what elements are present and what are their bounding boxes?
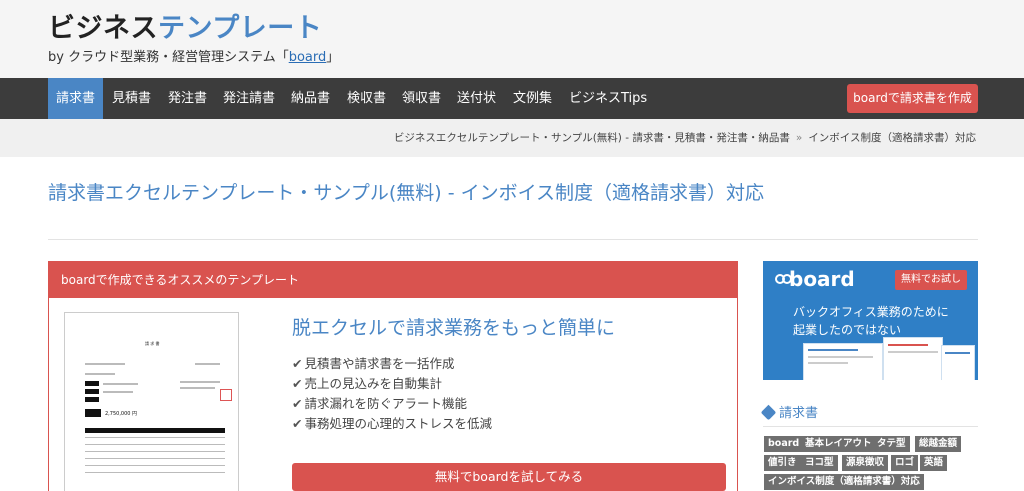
doc-line [103, 391, 133, 393]
check-icon: ✔ [292, 416, 303, 431]
doc-stamp [220, 389, 232, 401]
tag-vertical[interactable]: タテ型 [873, 436, 910, 452]
board-logo-text: board [789, 267, 855, 291]
breadcrumb-parent-link[interactable]: ビジネスエクセルテンプレート・サンプル(無料) - 請求書・見積書・発注書・納品… [394, 132, 790, 144]
board-link[interactable]: board [289, 50, 327, 65]
create-invoice-button[interactable]: boardで請求書を作成 [847, 84, 978, 113]
feature-list: ✔ 見積書や請求書を一括作成 ✔ 売上の見込みを自動集計 ✔ 請求漏れを防ぐアラート機… [292, 354, 492, 434]
site-logo[interactable]: ビジネステンプレート [48, 6, 322, 45]
doc-label-block [85, 389, 99, 394]
ad-screen-bar [808, 362, 848, 364]
ad-screen-bar [808, 356, 873, 358]
ad-copy-line: バックオフィス業務のために [793, 305, 949, 319]
tag-board[interactable]: board [764, 436, 804, 452]
tag-total-amount[interactable]: 総越金額 [915, 436, 962, 452]
invoice-thumbnail[interactable]: 請 求 書 2,750,000 円 [64, 312, 239, 491]
ad-copy: バックオフィス業務のために 起業したのではない [793, 303, 949, 339]
free-trial-badge[interactable]: 無料でお試し [895, 270, 967, 290]
doc-line [85, 373, 115, 375]
tag-icon [760, 404, 777, 421]
doc-line [103, 383, 138, 385]
board-logo: board [775, 267, 855, 291]
tag-english[interactable]: 英語 [920, 455, 948, 471]
doc-line [180, 387, 215, 389]
nav-item-business-tips[interactable]: ビジネスTips [561, 78, 655, 119]
nav-item-invoice[interactable]: 請求書 [48, 78, 104, 119]
nav-item-inspection[interactable]: 検収書 [339, 78, 394, 119]
recommend-header: boardで作成できるオススメのテンプレート [49, 262, 737, 298]
ad-screenshot [883, 337, 943, 380]
doc-title: 請 求 書 [145, 341, 160, 346]
feature-item: ✔ 請求漏れを防ぐアラート機能 [292, 394, 492, 414]
ad-screen-bar [888, 351, 938, 353]
doc-amount-label [85, 409, 101, 417]
nav-item-order-confirmation[interactable]: 発注請書 [215, 78, 283, 119]
doc-label-block [85, 397, 99, 402]
tag-logo[interactable]: ロゴ [891, 455, 919, 471]
ad-screen-bar [945, 352, 970, 354]
doc-amount: 2,750,000 円 [105, 411, 138, 417]
tag-horizontal[interactable]: ヨコ型 [801, 455, 838, 471]
nav-item-cover-letter[interactable]: 送付状 [449, 78, 504, 119]
tag-basic-layout[interactable]: 基本レイアウト [801, 436, 876, 452]
doc-row [85, 444, 225, 445]
tag-invoice-system[interactable]: インボイス制度（適格請求書）対応 [764, 474, 924, 490]
ad-screenshot [941, 345, 975, 380]
doc-row [85, 458, 225, 459]
category-title-text: 請求書 [779, 406, 819, 421]
feature-item: ✔ 事務処理の心理的ストレスを低減 [292, 414, 492, 434]
feature-text: 売上の見込みを自動集計 [304, 376, 442, 391]
doc-line [195, 363, 220, 365]
feature-text: 請求漏れを防ぐアラート機能 [304, 396, 467, 411]
ad-screen-bar [808, 349, 858, 351]
doc-label-block [85, 381, 99, 386]
nav-item-delivery[interactable]: 納品書 [283, 78, 338, 119]
breadcrumb-band: ビジネスエクセルテンプレート・サンプル(無料) - 請求書・見積書・発注書・納品… [0, 119, 1024, 157]
feature-item: ✔ 売上の見込みを自動集計 [292, 374, 492, 394]
nav-item-estimate[interactable]: 見積書 [104, 78, 159, 119]
tag-withholding[interactable]: 源泉徴収 [842, 455, 889, 471]
category-divider [763, 426, 978, 427]
recommend-box: boardで作成できるオススメのテンプレート 請 求 書 2,750,000 円… [48, 261, 738, 491]
board-ad-banner[interactable]: board 無料でお試し バックオフィス業務のために 起業したのではない [763, 261, 978, 380]
doc-line [85, 363, 125, 365]
ad-screen-bar [888, 344, 928, 346]
breadcrumb-current: インボイス制度（適格請求書）対応 [808, 132, 976, 144]
ad-screenshot [803, 343, 883, 380]
tagline-prefix: by クラウド型業務・経営管理システム「 [48, 50, 289, 65]
tagline-suffix: 」 [326, 50, 340, 65]
check-icon: ✔ [292, 396, 303, 411]
doc-table-header [85, 428, 225, 433]
doc-line [180, 381, 220, 383]
category-title: 請求書 [760, 402, 819, 421]
check-icon: ✔ [292, 376, 303, 391]
doc-row [85, 472, 225, 473]
site-header: ビジネステンプレート by クラウド型業務・経営管理システム「board」 [0, 0, 1024, 78]
main-nav: 請求書 見積書 発注書 発注請書 納品書 検収書 領収書 送付状 文例集 ビジネ… [0, 78, 1024, 119]
try-board-button[interactable]: 無料でboardを試してみる [292, 463, 726, 491]
recommend-headline: 脱エクセルで請求業務をもっと簡単に [292, 317, 616, 339]
logo-text-2: テンプレート [158, 13, 323, 44]
nav-item-order[interactable]: 発注書 [160, 78, 215, 119]
breadcrumb: ビジネスエクセルテンプレート・サンプル(無料) - 請求書・見積書・発注書・納品… [394, 119, 976, 157]
doc-row [85, 465, 225, 466]
breadcrumb-separator: » [795, 132, 803, 144]
title-divider [48, 239, 978, 240]
doc-row [85, 437, 225, 438]
feature-item: ✔ 見積書や請求書を一括作成 [292, 354, 492, 374]
doc-row [85, 451, 225, 452]
page-title: 請求書エクセルテンプレート・サンプル(無料) - インボイス制度（適格請求書）対… [48, 182, 765, 204]
check-icon: ✔ [292, 356, 303, 371]
logo-text-1: ビジネス [48, 13, 158, 44]
feature-text: 事務処理の心理的ストレスを低減 [304, 416, 492, 431]
tag-discount[interactable]: 値引き [764, 455, 801, 471]
nav-item-templates[interactable]: 文例集 [505, 78, 560, 119]
site-tagline: by クラウド型業務・経営管理システム「board」 [48, 46, 339, 65]
feature-text: 見積書や請求書を一括作成 [304, 356, 455, 371]
nav-item-receipt[interactable]: 領収書 [394, 78, 449, 119]
